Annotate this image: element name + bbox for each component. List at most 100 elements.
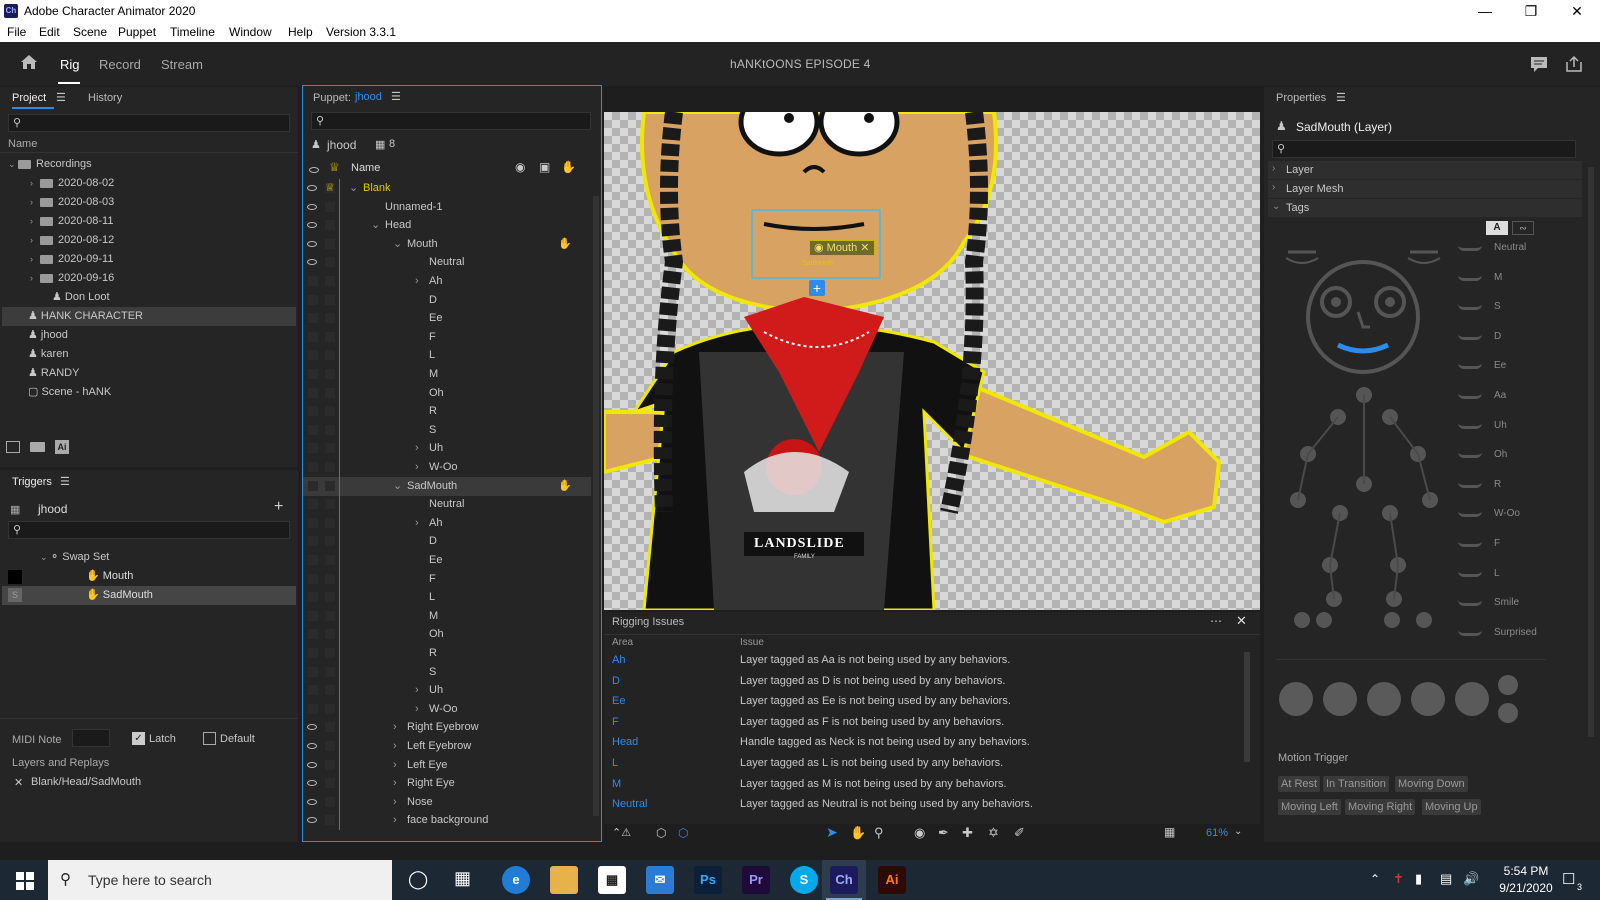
checkerboard-icon[interactable]: ▦ xyxy=(1164,825,1175,839)
file-explorer-icon[interactable] xyxy=(550,866,578,894)
layer-row[interactable]: F xyxy=(303,327,591,347)
issue-row[interactable]: Ah Layer tagged as Aa is not being used b… xyxy=(604,650,1244,671)
eye-icon[interactable] xyxy=(307,761,317,768)
dangle-tool-icon[interactable]: ✐ xyxy=(1014,825,1025,841)
comment-icon[interactable] xyxy=(1530,56,1548,72)
minimize-icon[interactable]: — xyxy=(1462,0,1508,22)
solo-box[interactable] xyxy=(325,331,335,342)
solo-box[interactable] xyxy=(325,313,335,324)
skype-icon[interactable]: S xyxy=(790,866,818,894)
solo-box[interactable] xyxy=(325,573,335,584)
hidden-eye-box[interactable] xyxy=(308,499,318,510)
solo-box[interactable] xyxy=(325,294,335,305)
illustrator-icon[interactable]: Ai xyxy=(878,866,906,894)
project-item[interactable]: › 2020-08-11 xyxy=(30,212,113,231)
project-item[interactable]: › 2020-08-02 xyxy=(30,174,114,193)
tag-moving-down[interactable]: Moving Down xyxy=(1395,776,1468,792)
project-item[interactable]: ♟ karen xyxy=(28,345,68,364)
remove-layer-icon[interactable]: ✕ xyxy=(14,776,23,789)
project-menu-icon[interactable]: ☰ xyxy=(56,91,66,104)
tray-app-icon[interactable]: ✝ xyxy=(1393,871,1404,887)
menu-window[interactable]: Window xyxy=(229,25,272,39)
issue-area[interactable]: M xyxy=(612,774,621,795)
select-tool-icon[interactable]: ➤ xyxy=(826,824,838,841)
layer-row[interactable]: ⌄ Mouth ✋ xyxy=(303,234,591,254)
project-item[interactable]: › 2020-09-11 xyxy=(30,250,113,269)
solo-box[interactable] xyxy=(325,406,335,417)
hidden-eye-box[interactable] xyxy=(308,536,318,547)
mouth-tag[interactable]: M xyxy=(1454,269,1574,291)
layer-row[interactable]: S xyxy=(303,662,591,682)
chevron-right-icon[interactable]: › xyxy=(393,811,397,830)
menu-timeline[interactable]: Timeline xyxy=(170,25,215,39)
layer-row[interactable]: Oh xyxy=(303,383,591,403)
solo-box[interactable] xyxy=(325,555,335,565)
chevron-right-icon[interactable]: › xyxy=(393,774,397,793)
trigger-item-swap-set[interactable]: ⌄ ⚬ Swap Set xyxy=(40,548,109,567)
solo-box[interactable] xyxy=(325,369,335,379)
hidden-eye-box[interactable] xyxy=(308,462,318,472)
mouth-tag[interactable]: Neutral xyxy=(1454,239,1574,261)
layer-row[interactable]: Ee xyxy=(303,309,591,329)
zoom-level[interactable]: 61% xyxy=(1206,827,1228,839)
solo-box[interactable] xyxy=(325,648,335,658)
hidden-eye-box[interactable] xyxy=(308,294,318,305)
hidden-eye-box[interactable] xyxy=(308,387,318,398)
hidden-eye-box[interactable] xyxy=(308,480,318,491)
chevron-down-icon[interactable]: ⌄ xyxy=(393,235,402,254)
layer-row[interactable]: M xyxy=(303,606,591,626)
layer-row[interactable]: › Ah xyxy=(303,272,591,291)
layer-row[interactable]: › W-Oo xyxy=(303,458,591,477)
puppet-search-input[interactable]: ⚲ xyxy=(311,112,591,130)
layer-row[interactable]: R xyxy=(303,644,591,663)
new-scene-icon[interactable] xyxy=(6,441,20,453)
face-expression-icons[interactable] xyxy=(1278,669,1548,725)
tab-record[interactable]: Record xyxy=(99,57,141,72)
solo-box[interactable] xyxy=(325,796,335,807)
hidden-eye-box[interactable] xyxy=(308,592,318,603)
mouth-tag[interactable]: Aa xyxy=(1454,387,1574,409)
tab-rig[interactable]: Rig xyxy=(60,57,80,72)
project-item-selected[interactable]: ♟ HANK CHARACTER xyxy=(2,307,296,326)
properties-scrollbar[interactable] xyxy=(1588,167,1594,737)
solo-box[interactable] xyxy=(325,350,335,361)
solo-box[interactable] xyxy=(325,536,335,547)
notifications-icon[interactable]: ☐ xyxy=(1562,870,1575,888)
mouth-tag[interactable]: L xyxy=(1454,565,1574,587)
mouth-tag[interactable]: W-Oo xyxy=(1454,505,1574,527)
project-item[interactable]: ♟ RANDY xyxy=(28,364,79,383)
handle-tool-icon[interactable]: ✡ xyxy=(988,825,999,841)
layer-row[interactable]: › Uh xyxy=(303,681,591,701)
cortana-icon[interactable]: ◯ xyxy=(408,869,428,890)
issue-row[interactable]: M Layer tagged as M is not being used by … xyxy=(604,774,1244,795)
solo-box[interactable] xyxy=(325,443,335,454)
eye-icon[interactable] xyxy=(307,185,317,191)
clock-time[interactable]: 5:54 PM xyxy=(1496,864,1556,878)
layer-row[interactable]: Unnamed-1 xyxy=(303,197,591,217)
tags-visual-toggle-icon[interactable]: ∾ xyxy=(1512,221,1534,235)
project-item[interactable]: › 2020-08-03 xyxy=(30,193,114,212)
solo-box[interactable] xyxy=(325,815,335,826)
chevron-right-icon[interactable]: › xyxy=(415,439,419,458)
chevron-right-icon[interactable]: › xyxy=(415,514,419,533)
trigger-item-sadmouth[interactable]: ✋ SadMouth xyxy=(86,586,153,605)
tag-at-rest[interactable]: At Rest xyxy=(1278,776,1321,792)
hidden-eye-box[interactable] xyxy=(308,424,318,435)
layer-row[interactable]: Neutral xyxy=(303,495,591,515)
trigger-key-box-selected[interactable]: S xyxy=(8,588,22,602)
layer-row[interactable]: › Right Eyebrow xyxy=(303,718,591,738)
chevron-down-icon[interactable]: ⌄ xyxy=(349,179,358,198)
close-issues-icon[interactable]: ✕ xyxy=(1236,613,1247,629)
properties-menu-icon[interactable]: ☰ xyxy=(1336,91,1346,104)
character-animator-icon[interactable]: Ch xyxy=(830,866,858,894)
puppet-menu-icon[interactable]: ☰ xyxy=(391,90,401,103)
issues-scrollbar[interactable] xyxy=(1244,652,1250,762)
task-view-icon[interactable]: ▦ xyxy=(454,868,471,889)
zoom-dropdown-icon[interactable]: ⌄ xyxy=(1234,826,1242,837)
triggers-menu-icon[interactable]: ☰ xyxy=(60,475,70,488)
menu-scene[interactable]: Scene xyxy=(73,25,107,39)
store-icon[interactable]: ▦ xyxy=(598,866,626,894)
chevron-right-icon[interactable]: › xyxy=(393,793,397,812)
layer-row[interactable]: Neutral xyxy=(303,253,591,273)
issue-row[interactable]: D Layer tagged as D is not being used by … xyxy=(604,671,1244,692)
